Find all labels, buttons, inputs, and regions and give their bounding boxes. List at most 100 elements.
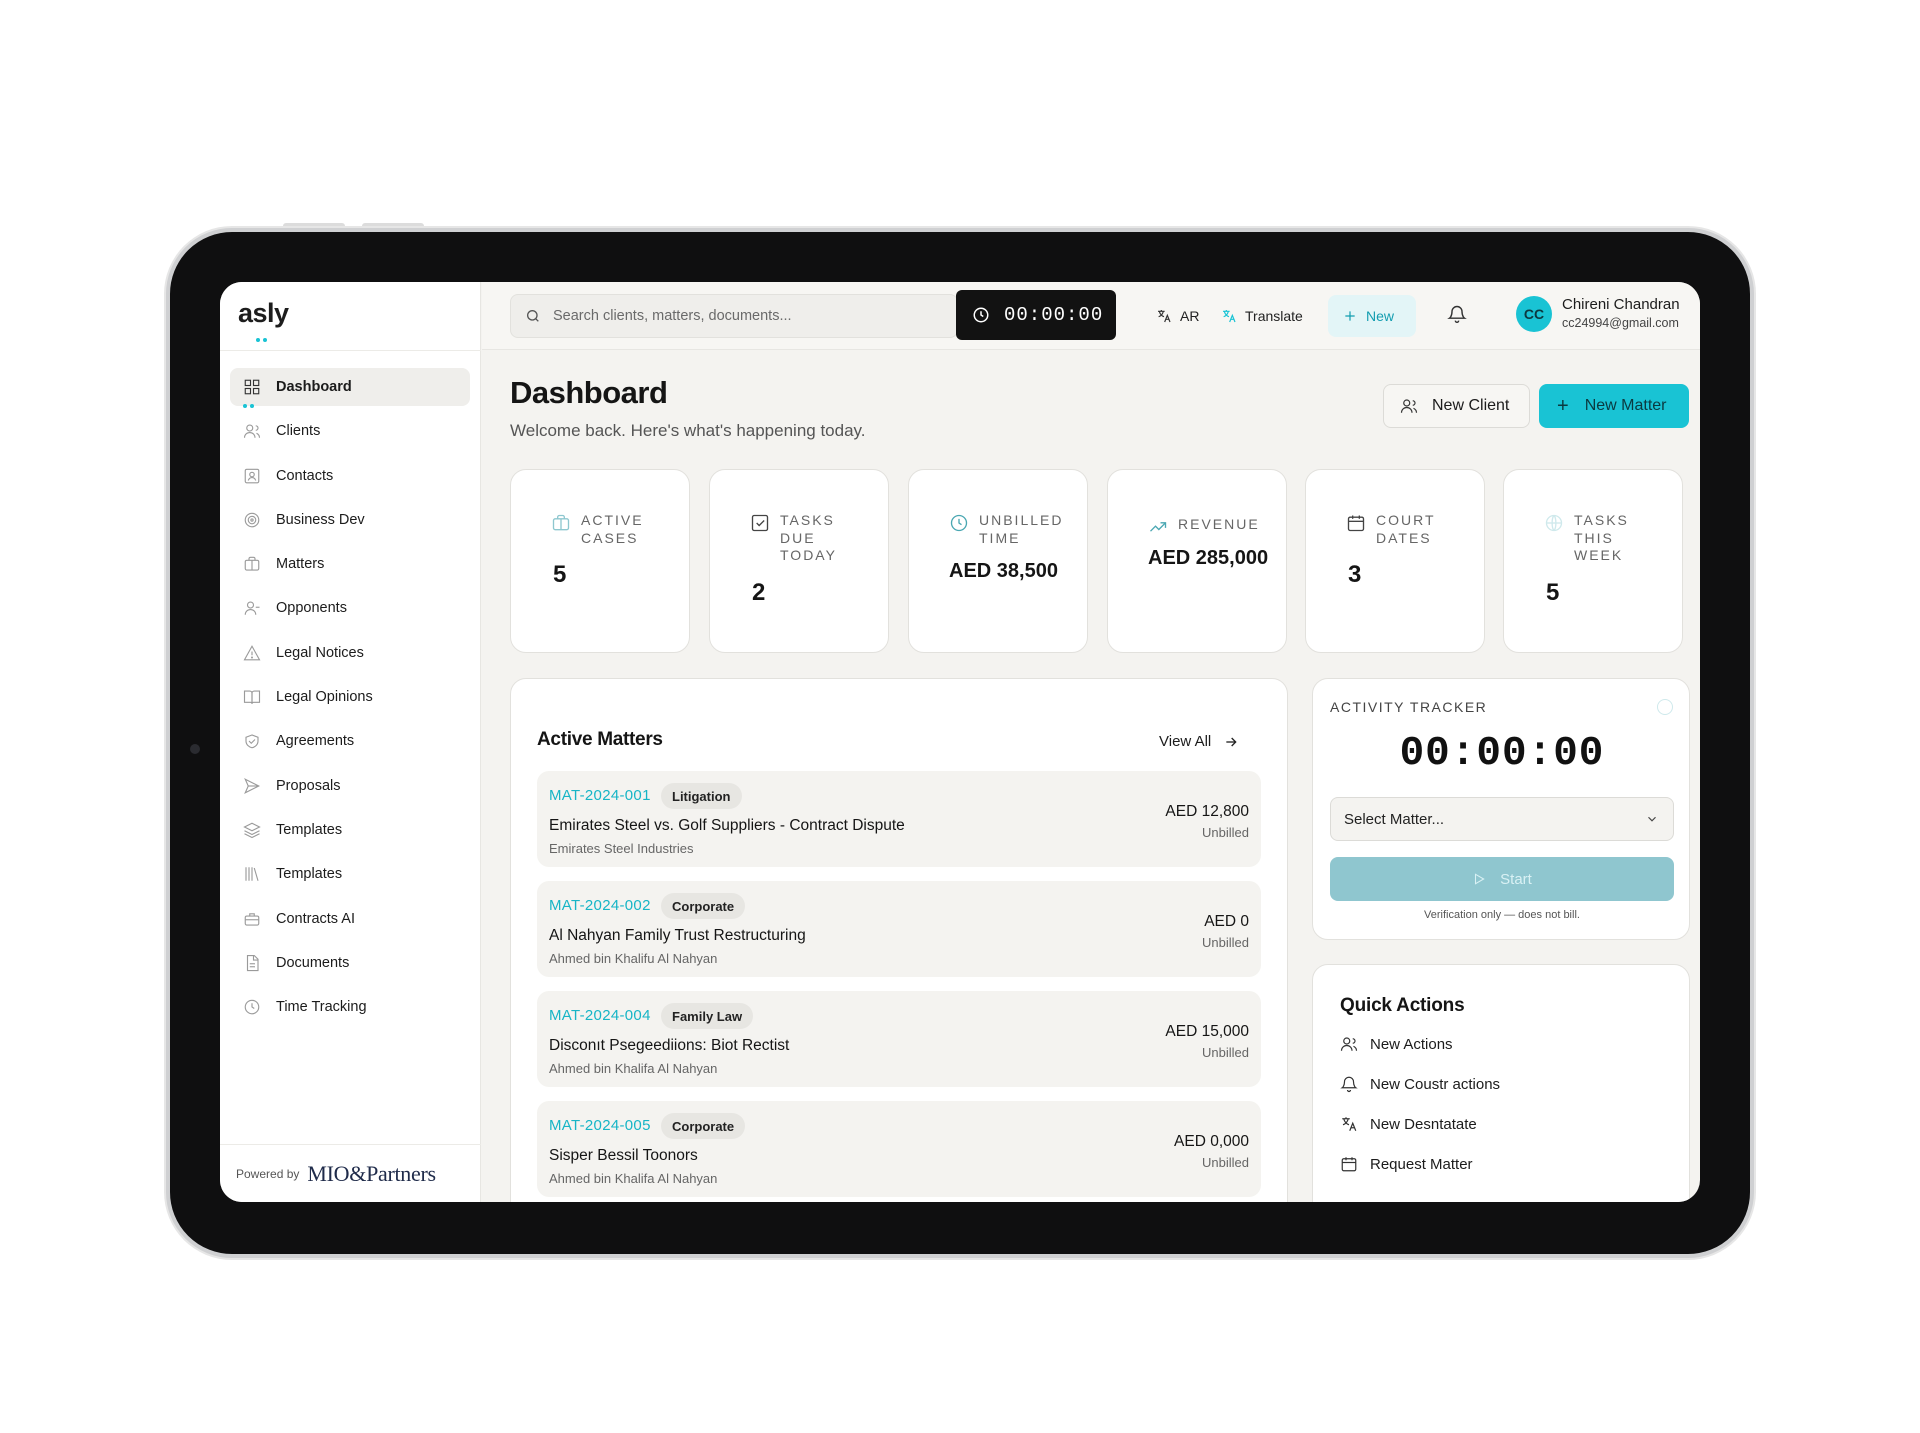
page-title: Dashboard <box>510 375 668 410</box>
sidebar-item-label: Opponents <box>276 600 347 617</box>
matter-code[interactable]: MAT-2024-002 <box>549 897 651 914</box>
matter-code[interactable]: MAT-2024-004 <box>549 1007 651 1024</box>
users-icon <box>242 421 262 441</box>
sidebar-item-contracts-ai[interactable]: Contracts AI <box>230 900 470 938</box>
stat-value: AED 38,500 <box>949 560 1058 582</box>
search-bar[interactable] <box>510 294 958 338</box>
user-minus-icon <box>242 598 262 618</box>
stat-card-tasks-this-week[interactable]: TASKS THIS WEEK 5 <box>1503 469 1683 653</box>
sidebar-item-matters[interactable]: Matters <box>230 545 470 583</box>
matter-code[interactable]: MAT-2024-005 <box>549 1117 651 1134</box>
stat-header: ACTIVE CASES <box>551 512 644 547</box>
user-email: cc24994@gmail.com <box>1562 316 1679 330</box>
matter-select[interactable]: Select Matter... <box>1330 797 1674 841</box>
stat-card-revenue[interactable]: REVENUE AED 285,000 <box>1107 469 1287 653</box>
play-icon <box>1475 873 1485 885</box>
sidebar-item-legal-notices[interactable]: Legal Notices <box>230 634 470 672</box>
sidebar-item-contacts[interactable]: Contacts <box>230 457 470 495</box>
notifications-button[interactable] <box>1447 304 1469 326</box>
new-matter-label: New Matter <box>1584 397 1667 414</box>
bell-icon <box>1340 1076 1358 1093</box>
calendar-icon <box>1347 515 1365 532</box>
stat-label: UNBILLED TIME <box>979 512 1063 547</box>
stat-label-line: DATES <box>1376 529 1432 546</box>
matter-row[interactable]: MAT-2024-005 Corporate Sisper Bessil Too… <box>537 1101 1261 1197</box>
sidebar-item-proposals[interactable]: Proposals <box>230 767 470 805</box>
matter-title: Al Nahyan Family Trust Restructuring <box>549 927 806 944</box>
language-label: AR <box>1180 308 1200 324</box>
sidebar-item-label: Legal Opinions <box>276 689 373 706</box>
target-icon <box>242 510 262 530</box>
language-icon <box>1158 310 1171 323</box>
briefcase-icon <box>552 514 570 531</box>
camera-icon <box>190 744 200 754</box>
stat-value: AED 285,000 <box>1148 547 1269 569</box>
translate-button[interactable]: Translate <box>1211 295 1313 337</box>
matter-billing-status: Unbilled <box>1202 1045 1249 1060</box>
sidebar-item-agreements[interactable]: Agreements <box>230 722 470 760</box>
stat-card-tasks-due-today[interactable]: TASKS DUE TODAY 2 <box>709 469 889 653</box>
info-icon[interactable] <box>1657 699 1673 715</box>
partner-brand-logo[interactable]: MIO&Partners <box>307 1161 436 1187</box>
matter-row[interactable]: MAT-2024-004 Family Law Disconıt Psegeed… <box>537 991 1261 1087</box>
sidebar-item-templates-library[interactable]: Templates <box>230 855 470 893</box>
clock-icon <box>242 997 262 1017</box>
new-client-button[interactable]: New Client <box>1383 384 1530 428</box>
quick-action-label: New Desntatate <box>1370 1115 1477 1133</box>
quick-action-item[interactable]: New Actions <box>1340 1035 1453 1053</box>
quick-action-item[interactable]: New Coustr actions <box>1340 1075 1500 1093</box>
matter-title: Emirates Steel vs. Golf Suppliers - Cont… <box>549 817 905 834</box>
sidebar-item-time-tracking[interactable]: Time Tracking <box>230 988 470 1026</box>
start-timer-button[interactable]: Start <box>1330 857 1674 901</box>
new-button[interactable]: New <box>1328 295 1416 337</box>
avatar[interactable]: CC <box>1516 296 1552 332</box>
powered-by-label: Powered by <box>236 1166 300 1181</box>
matter-billing-status: Unbilled <box>1202 1155 1249 1170</box>
matter-title: Sisper Bessil Toonors <box>549 1147 698 1164</box>
stat-label-line: DUE <box>780 529 816 546</box>
sidebar-item-label: Templates <box>276 866 343 883</box>
active-indicator-icon <box>243 404 254 408</box>
matter-amount: AED 0 <box>1204 913 1249 930</box>
briefcase-icon <box>242 554 262 574</box>
sidebar-item-label: Clients <box>276 423 321 440</box>
translate-icon <box>1223 310 1236 323</box>
view-all-link[interactable]: View All <box>1159 733 1239 750</box>
matter-row[interactable]: MAT-2024-001 Litigation Emirates Steel v… <box>537 771 1261 867</box>
stat-label-line: REVENUE <box>1178 516 1260 532</box>
stat-label-line: TASKS <box>1574 512 1629 528</box>
stat-label-line: UNBILLED <box>979 512 1064 528</box>
user-name[interactable]: Chireni Chandran <box>1562 296 1680 313</box>
activity-timer: 00:00:00 <box>1399 731 1605 777</box>
search-input[interactable] <box>553 308 933 324</box>
stat-card-unbilled-time[interactable]: UNBILLED TIME AED 38,500 <box>908 469 1088 653</box>
file-text-icon <box>242 953 262 973</box>
language-toggle-button[interactable]: AR <box>1146 295 1209 337</box>
header-timer[interactable]: 00:00:00 <box>956 290 1116 340</box>
app-logo[interactable]: asly <box>238 298 289 350</box>
sidebar-item-label: Contacts <box>276 467 334 484</box>
check-square-icon <box>751 514 769 532</box>
stat-label-line: TIME <box>979 529 1021 546</box>
matter-code[interactable]: MAT-2024-001 <box>549 787 651 804</box>
sidebar-item-legal-opinions[interactable]: Legal Opinions <box>230 678 470 716</box>
sidebar-item-templates[interactable]: Templates <box>230 811 470 849</box>
contact-card-icon <box>242 466 262 486</box>
sidebar-item-clients[interactable]: Clients <box>230 412 470 450</box>
quick-action-item[interactable]: Request Matter <box>1340 1155 1473 1173</box>
alert-triangle-icon <box>242 643 262 663</box>
matter-client: Ahmed bin Khalifu Al Nahyan <box>549 951 718 966</box>
stat-card-court-dates[interactable]: COURT DATES 3 <box>1305 469 1485 653</box>
matter-type-badge: Corporate <box>661 893 746 919</box>
stat-card-active-cases[interactable]: ACTIVE CASES 5 <box>510 469 690 653</box>
stat-header: TASKS THIS WEEK <box>1544 512 1629 565</box>
sidebar-item-business-dev[interactable]: Business Dev <box>230 501 470 539</box>
sidebar-item-opponents[interactable]: Opponents <box>230 589 470 627</box>
logo-dots-icon <box>256 338 267 342</box>
sidebar-item-documents[interactable]: Documents <box>230 944 470 982</box>
search-icon <box>527 310 539 322</box>
quick-action-item[interactable]: New Desntatate <box>1340 1115 1477 1133</box>
sidebar-item-dashboard[interactable]: Dashboard <box>230 368 470 408</box>
matter-row[interactable]: MAT-2024-002 Corporate Al Nahyan Family … <box>537 881 1261 977</box>
new-matter-button[interactable]: + New Matter <box>1539 384 1689 428</box>
